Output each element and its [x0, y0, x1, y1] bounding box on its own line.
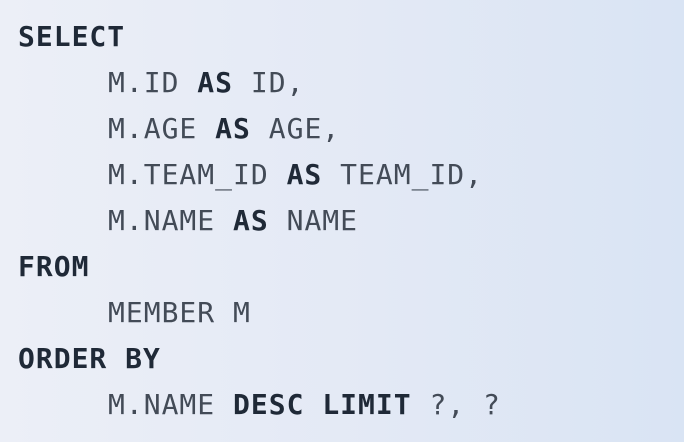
code-line-select: SELECT	[18, 14, 684, 60]
limit-keyword: LIMIT	[322, 388, 412, 421]
as-keyword: AS	[286, 158, 323, 191]
as-keyword: AS	[215, 112, 251, 145]
table-reference: MEMBER M	[108, 296, 251, 329]
sql-code-panel: SELECT M.ID AS ID, M.AGE AS AGE, M.TEAM_…	[0, 0, 684, 442]
as-keyword: AS	[233, 204, 269, 237]
column-expression: M.ID	[108, 66, 180, 99]
select-keyword: SELECT	[18, 20, 126, 53]
from-keyword: FROM	[18, 250, 90, 283]
column-expression: M.AGE	[108, 112, 198, 145]
order-column: M.NAME	[108, 388, 216, 421]
column-alias: TEAM_ID,	[340, 158, 484, 191]
order-by-keyword: ORDER BY	[18, 342, 161, 375]
code-line-column-age: M.AGE AS AGE,	[18, 106, 684, 152]
column-alias: ID,	[250, 66, 305, 99]
column-expression: M.TEAM_ID	[108, 158, 269, 191]
as-keyword: AS	[197, 66, 234, 99]
code-line-table: MEMBER M	[18, 290, 684, 336]
code-line-order-by: ORDER BY	[18, 336, 684, 382]
limit-parameters: ?, ?	[429, 388, 501, 421]
code-line-column-id: M.ID AS ID,	[18, 60, 684, 106]
code-line-from: FROM	[18, 244, 684, 290]
column-alias: AGE,	[268, 112, 341, 145]
code-line-column-name: M.NAME AS NAME	[18, 198, 684, 244]
code-line-column-team-id: M.TEAM_ID AS TEAM_ID,	[18, 152, 684, 198]
column-alias: NAME	[286, 204, 359, 237]
desc-keyword: DESC	[233, 388, 305, 421]
column-expression: M.NAME	[108, 204, 216, 237]
code-line-order-clause: M.NAME DESC LIMIT ?, ?	[18, 382, 684, 428]
